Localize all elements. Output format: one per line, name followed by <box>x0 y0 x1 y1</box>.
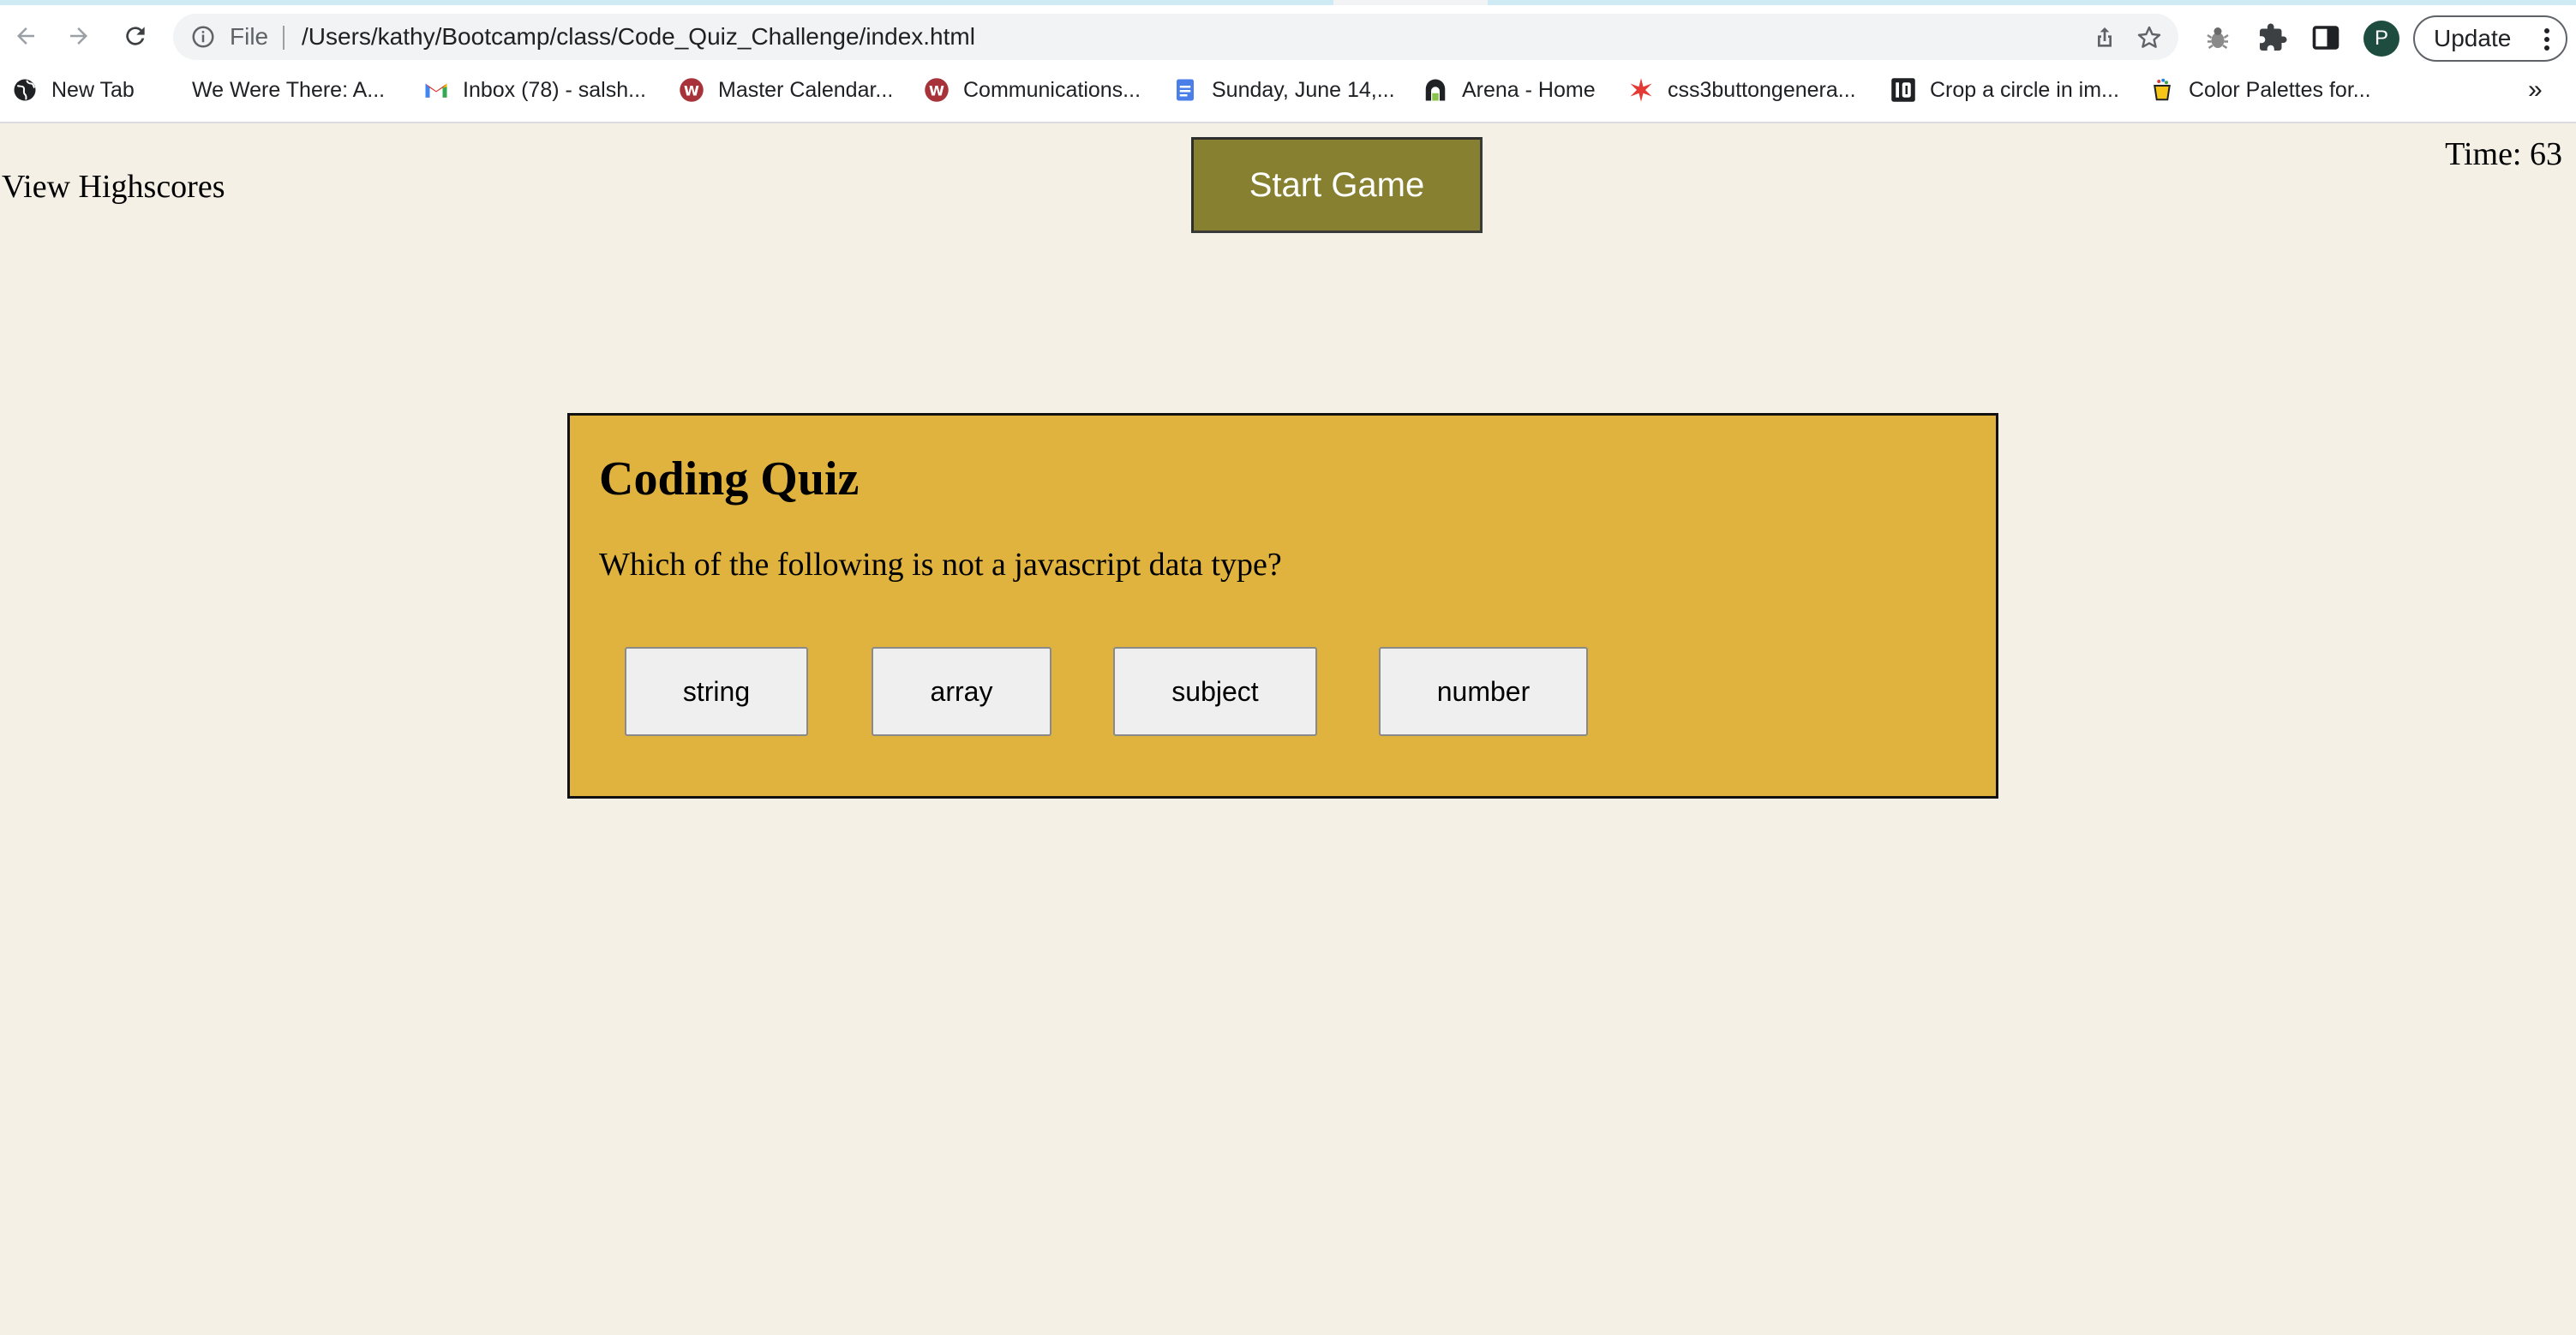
update-label: Update <box>2434 25 2512 51</box>
browser-toolbar: File /Users/kathy/Bootcamp/class/Code_Qu… <box>0 5 2576 65</box>
arrow-left-icon <box>17 27 34 45</box>
puzzle-icon[interactable] <box>2257 22 2288 53</box>
bookmark-label: New Tab <box>51 77 135 102</box>
share-icon[interactable] <box>2091 24 2118 51</box>
docs-icon <box>1177 79 1194 101</box>
bookmark-css3buttongenerator[interactable]: css3buttongenera... <box>1628 65 1856 115</box>
bookmark-master-calendar[interactable]: W Master Calendar... <box>679 65 893 115</box>
red-star-icon <box>1630 78 1652 102</box>
forward-button[interactable] <box>62 19 96 53</box>
bookmark-communications[interactable]: W Communications... <box>924 65 1141 115</box>
bookmark-label: Color Palettes for... <box>2189 77 2371 102</box>
svg-text:W: W <box>684 82 699 99</box>
bookmarks-bar: New Tab We Were There: A... Inbox (78) -… <box>0 65 2576 123</box>
globe-icon <box>14 79 36 101</box>
arena-icon <box>1425 79 1446 101</box>
bookmark-color-palettes[interactable]: Color Palettes for... <box>2149 65 2371 115</box>
address-separator <box>283 26 285 50</box>
timer-value: 63 <box>2530 136 2562 172</box>
view-highscores-link[interactable]: View Highscores <box>2 168 225 206</box>
answer-button-number[interactable]: number <box>1379 647 1588 736</box>
bookmark-crop-circle[interactable]: Crop a circle in im... <box>1890 65 2119 115</box>
address-bar[interactable]: File /Users/kathy/Bootcamp/class/Code_Qu… <box>173 14 2178 60</box>
bookmark-label: Master Calendar... <box>718 77 894 102</box>
side-panel-icon[interactable] <box>2310 22 2341 53</box>
kebab-menu-icon <box>2544 28 2549 51</box>
arrow-right-icon <box>70 27 87 45</box>
bookmark-inbox[interactable]: Inbox (78) - salsh... <box>423 65 646 115</box>
bookmark-label: Arena - Home <box>1462 77 1596 102</box>
answer-button-subject[interactable]: subject <box>1113 647 1317 736</box>
quiz-question: Which of the following is not a javascri… <box>599 547 1282 583</box>
url-text[interactable]: /Users/kathy/Bootcamp/class/Code_Quiz_Ch… <box>302 14 975 60</box>
w-logo-icon: W <box>680 78 704 102</box>
reload-button[interactable] <box>118 19 153 53</box>
profile-avatar[interactable]: P <box>2363 21 2399 57</box>
info-icon[interactable] <box>190 24 216 50</box>
paint-pot-icon <box>2154 78 2171 101</box>
bug-icon[interactable] <box>2202 22 2233 53</box>
bookmark-label: Inbox (78) - salsh... <box>463 77 646 102</box>
bookmark-sunday-june[interactable]: Sunday, June 14,... <box>1172 65 1395 115</box>
answer-button-array[interactable]: array <box>872 647 1051 736</box>
blank-page-icon <box>171 83 183 97</box>
bookmark-arena-home[interactable]: Arena - Home <box>1423 65 1596 115</box>
bookmark-new-tab[interactable]: New Tab <box>12 65 135 115</box>
timer: Time: 63 <box>2445 135 2562 173</box>
timer-label: Time: <box>2445 136 2522 172</box>
io-icon <box>1891 78 1915 102</box>
svg-text:W: W <box>929 82 944 99</box>
bookmark-label: We Were There: A... <box>192 77 386 102</box>
url-scheme-label: File <box>230 23 269 50</box>
w-logo-icon: W <box>925 78 949 102</box>
bookmark-label: Crop a circle in im... <box>1930 77 2119 102</box>
quiz-title: Coding Quiz <box>599 452 860 506</box>
update-button[interactable]: Update <box>2413 15 2567 62</box>
reload-icon <box>126 27 145 45</box>
bookmark-label: css3buttongenera... <box>1668 77 1856 102</box>
start-game-button[interactable]: Start Game <box>1191 137 1483 233</box>
more-bookmarks-chevron[interactable]: » <box>2528 75 2543 105</box>
bookmark-label: Sunday, June 14,... <box>1212 77 1395 102</box>
bookmark-we-were-there[interactable]: We Were There: A... <box>168 65 385 115</box>
answer-button-string[interactable]: string <box>625 647 808 736</box>
bookmark-label: Communications... <box>963 77 1141 102</box>
quiz-card: Coding Quiz Which of the following is no… <box>567 413 1998 799</box>
back-button[interactable] <box>9 19 43 53</box>
gmail-icon <box>425 83 447 98</box>
star-icon[interactable] <box>2136 24 2163 51</box>
